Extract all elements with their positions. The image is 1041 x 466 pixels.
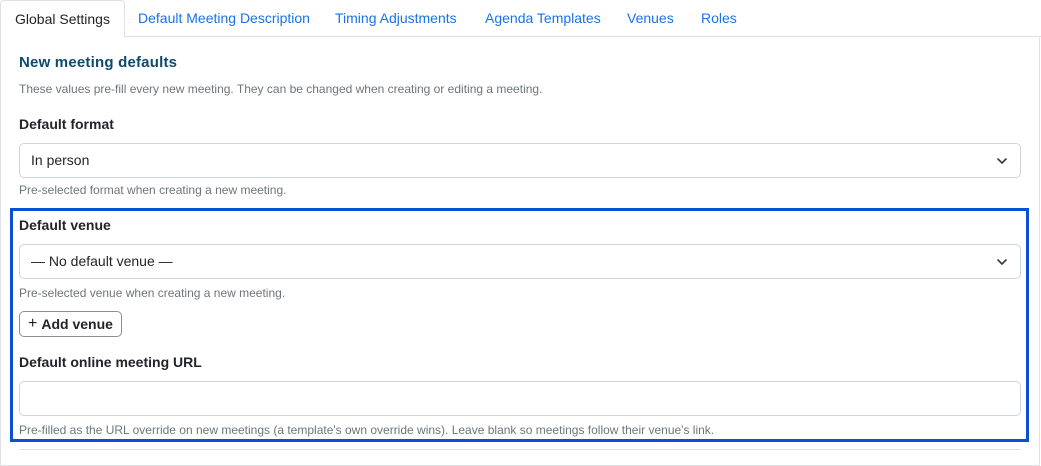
tab-global-settings[interactable]: Global Settings: [0, 0, 125, 38]
add-venue-button[interactable]: + Add venue: [19, 311, 122, 337]
default-online-url-input[interactable]: [19, 381, 1021, 416]
default-venue-value: — No default venue —: [31, 253, 173, 269]
tab-default-meeting-description[interactable]: Default Meeting Description: [138, 0, 310, 37]
tab-roles[interactable]: Roles: [701, 0, 737, 37]
default-online-url-label: Default online meeting URL: [19, 354, 202, 370]
divider: [19, 449, 1021, 450]
default-venue-label: Default venue: [19, 217, 111, 233]
default-online-url-help: Pre-filled as the URL override on new me…: [19, 423, 715, 437]
default-venue-help: Pre-selected venue when creating a new m…: [19, 286, 286, 300]
section-description: These values pre-fill every new meeting.…: [19, 82, 543, 96]
chevron-down-icon: [997, 158, 1007, 164]
default-venue-select[interactable]: — No default venue —: [19, 244, 1021, 279]
default-format-select[interactable]: In person: [19, 143, 1021, 178]
tab-agenda-templates[interactable]: Agenda Templates: [485, 0, 601, 37]
settings-tabs: Global Settings Default Meeting Descript…: [0, 0, 1041, 38]
section-title: New meeting defaults: [19, 54, 178, 71]
default-format-help: Pre-selected format when creating a new …: [19, 183, 287, 197]
chevron-down-icon: [997, 259, 1007, 265]
plus-icon: +: [28, 315, 38, 332]
tab-venues[interactable]: Venues: [627, 0, 674, 37]
default-format-label: Default format: [19, 116, 114, 132]
tab-timing-adjustments[interactable]: Timing Adjustments: [335, 0, 457, 37]
default-format-value: In person: [31, 152, 90, 168]
add-venue-label: Add venue: [41, 316, 113, 332]
